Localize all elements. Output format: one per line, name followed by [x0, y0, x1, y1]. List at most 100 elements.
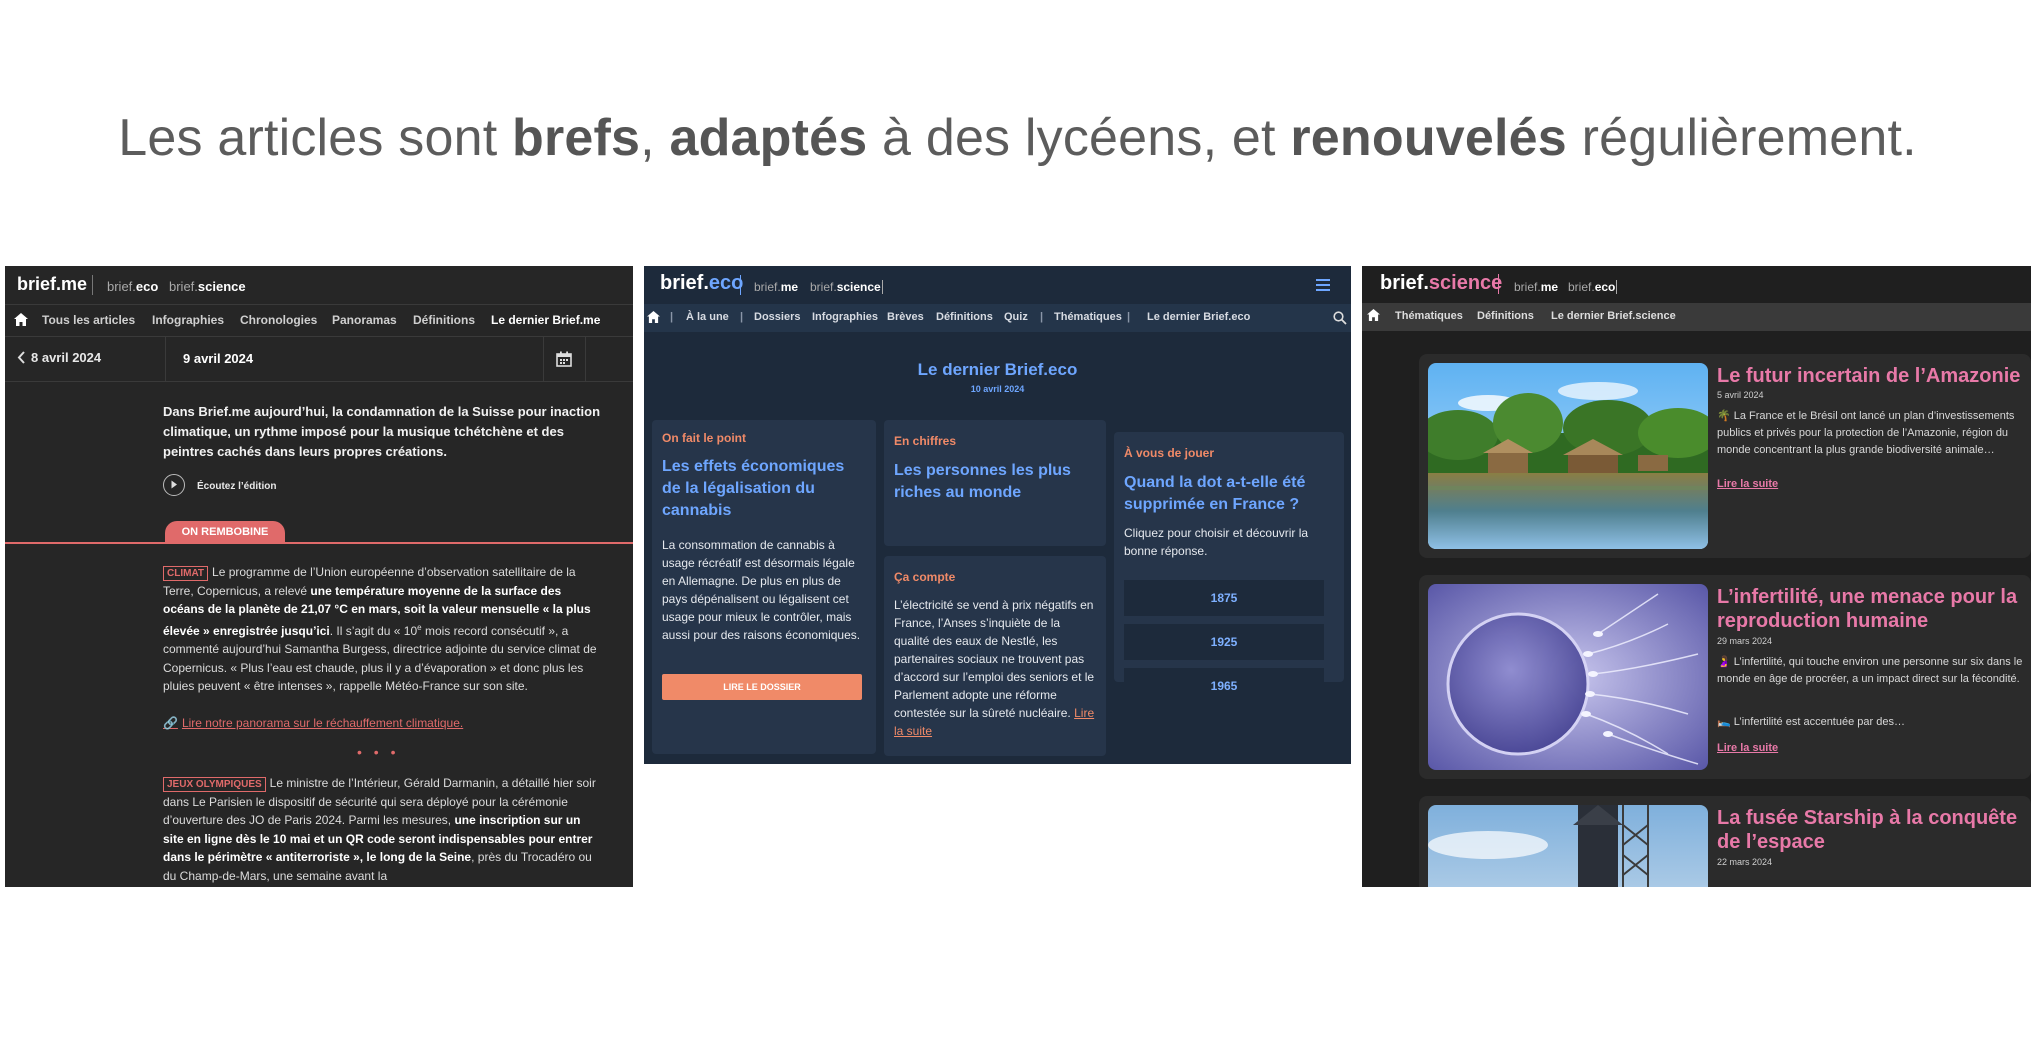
home-icon[interactable] [14, 313, 28, 326]
calendar-icon[interactable] [556, 351, 572, 367]
nav-item-definitions[interactable]: Définitions [1477, 310, 1534, 322]
headline-bold: brefs [512, 109, 641, 167]
home-icon[interactable] [1367, 309, 1380, 321]
divider [165, 337, 166, 381]
divider [1498, 274, 1499, 294]
read-more-link[interactable]: Lire la suite [1717, 742, 1778, 754]
card-title[interactable]: Les personnes les plus riches au monde [894, 460, 1094, 504]
ovum-sperm-image [1428, 584, 1708, 770]
edition-date: 10 avril 2024 [970, 384, 1025, 394]
home-icon[interactable] [647, 311, 660, 323]
link-brief-science[interactable]: brief.science [169, 279, 246, 294]
nav-item-quiz[interactable]: Quiz [1004, 311, 1028, 323]
rubric-tab: ON REMBOBINE [165, 521, 285, 543]
briefscience-logo[interactable]: brief.science [1380, 272, 1502, 295]
nav-item-dernier-brief[interactable]: Le dernier Brief.eco [1147, 311, 1250, 323]
read-more-link[interactable]: Lire [1074, 706, 1094, 720]
quiz-instruction: Cliquez pour choisir et découvrir la bon… [1124, 526, 1309, 558]
briefscience-screenshot: brief.science brief.me brief.eco Thémati… [1362, 266, 2031, 887]
read-more-link[interactable]: la suite [894, 724, 932, 738]
nav-item-breves[interactable]: Brèves [887, 311, 924, 323]
nav-item-articles[interactable]: Tous les articles [42, 313, 135, 327]
link-brief-me[interactable]: brief.me [1514, 280, 1558, 294]
article-card[interactable]: La fusée Starship à la conquête de l’esp… [1419, 796, 2031, 887]
link-brief-eco[interactable]: brief.eco [107, 279, 158, 294]
nav-item-chronologies[interactable]: Chronologies [240, 313, 317, 327]
divider [882, 280, 883, 294]
headline-bold: renouvelés [1290, 109, 1567, 167]
article-climat: CLIMAT Le programme de l’Union européenne… [163, 565, 597, 693]
briefme-logo[interactable]: brief.me [17, 274, 87, 295]
listen-edition-label[interactable]: Écoutez l’édition [197, 481, 276, 492]
card-text: La consommation de cannabis à usage récr… [662, 538, 861, 642]
nav-item-infographies[interactable]: Infographies [152, 313, 224, 327]
play-icon[interactable] [163, 474, 185, 496]
current-date: 9 avril 2024 [183, 351, 254, 366]
link-icon: 🔗 [163, 716, 178, 730]
article-title[interactable]: Le futur incertain de l’Amazonie [1717, 364, 2027, 388]
card-quiz: À vous de jouer Quand la dot a-t-elle ét… [1114, 432, 1344, 704]
link-brief-science[interactable]: brief.science [810, 280, 881, 294]
card-tag: On fait le point [662, 431, 746, 445]
article-title[interactable]: La fusée Starship à la conquête de l’esp… [1717, 806, 2027, 854]
chevron-left-icon [17, 351, 25, 364]
nav-separator: | [740, 311, 744, 323]
search-icon[interactable] [1333, 311, 1347, 325]
article-card[interactable]: L’infertilité, une menace pour la reprod… [1419, 575, 2031, 779]
card-text: L’électricité se vend à prix négatifs en… [894, 598, 1095, 738]
card-title[interactable]: Les effets économiques de la légalisatio… [662, 456, 862, 522]
headline-text: à des lycéens, et [867, 109, 1291, 167]
card-tag: Ça compte [894, 570, 956, 584]
read-dossier-button[interactable]: LIRE LE DOSSIER [662, 674, 862, 700]
category-badge: JEUX OLYMPIQUES [163, 777, 266, 792]
nav-item-thematiques[interactable]: Thématiques [1395, 310, 1463, 322]
nav-item-dernier-brief[interactable]: Le dernier Brief.science [1551, 310, 1676, 322]
headline: Les articles sont brefs, adaptés à des l… [0, 108, 2035, 168]
nav-item-definitions[interactable]: Définitions [413, 313, 475, 327]
article-summary: 🌴 La France et le Brésil ont lancé un pl… [1717, 410, 2015, 456]
nav-separator: | [670, 311, 674, 323]
nav-item-thematiques[interactable]: Thématiques [1054, 311, 1122, 323]
briefeco-logo[interactable]: brief.eco [660, 272, 743, 295]
article-title[interactable]: L’infertilité, une menace pour la reprod… [1717, 585, 2027, 633]
nav-item-a-la-une[interactable]: À la une [686, 311, 729, 323]
nav-separator: | [1040, 311, 1044, 323]
divider [585, 337, 586, 381]
menu-icon[interactable] [1316, 279, 1330, 291]
card-ca-compte: Ça compte L’électricité se vend à prix n… [884, 556, 1106, 756]
card-tag: À vous de jouer [1124, 446, 1215, 460]
quiz-question: Quand la dot a-t-elle été supprimée en F… [1124, 474, 1306, 513]
prev-date-link[interactable]: 8 avril 2024 [17, 350, 101, 365]
divider [543, 337, 544, 381]
card-en-chiffres: En chiffres Les personnes les plus riche… [884, 420, 1106, 546]
briefscience-nav: Thématiques Définitions Le dernier Brief… [1362, 303, 2031, 331]
quiz-option[interactable]: 1965 [1124, 668, 1324, 704]
article-summary: 🤰 L’infertilité, qui touche environ une … [1717, 656, 2023, 685]
category-badge: CLIMAT [163, 566, 209, 581]
nav-item-panoramas[interactable]: Panoramas [332, 313, 397, 327]
amazon-river-image [1428, 363, 1708, 549]
article-card[interactable]: Le futur incertain de l’Amazonie 5 avril… [1419, 354, 2031, 558]
divider [740, 275, 741, 295]
briefeco-nav: | À la une | Dossiers Infographies Brève… [644, 304, 1351, 332]
nav-separator: | [1127, 311, 1131, 323]
article-date: 5 avril 2024 [1717, 390, 1764, 400]
quiz-option[interactable]: 1925 [1124, 624, 1324, 660]
nav-item-infographies[interactable]: Infographies [812, 311, 878, 323]
headline-text: Les articles sont [118, 109, 513, 167]
link-brief-me[interactable]: brief.me [754, 280, 798, 294]
link-brief-eco[interactable]: brief.eco [1568, 280, 1615, 294]
nav-item-definitions[interactable]: Définitions [936, 311, 993, 323]
card-tag: En chiffres [894, 434, 957, 448]
quiz-option[interactable]: 1875 [1124, 580, 1324, 616]
briefme-nav: Tous les articles Infographies Chronolog… [5, 304, 633, 336]
rubric-rule [5, 542, 633, 544]
starship-rocket-image [1428, 805, 1708, 887]
headline-text: régulièrement. [1566, 109, 1917, 167]
divider [1616, 280, 1617, 294]
panorama-link[interactable]: 🔗 Lire notre panorama sur le réchauffemen… [163, 716, 463, 730]
nav-item-dossiers[interactable]: Dossiers [754, 311, 800, 323]
separator-dots: • • • [357, 744, 400, 760]
read-more-link[interactable]: Lire la suite [1717, 478, 1778, 490]
nav-item-dernier-brief[interactable]: Le dernier Brief.me [491, 313, 600, 327]
